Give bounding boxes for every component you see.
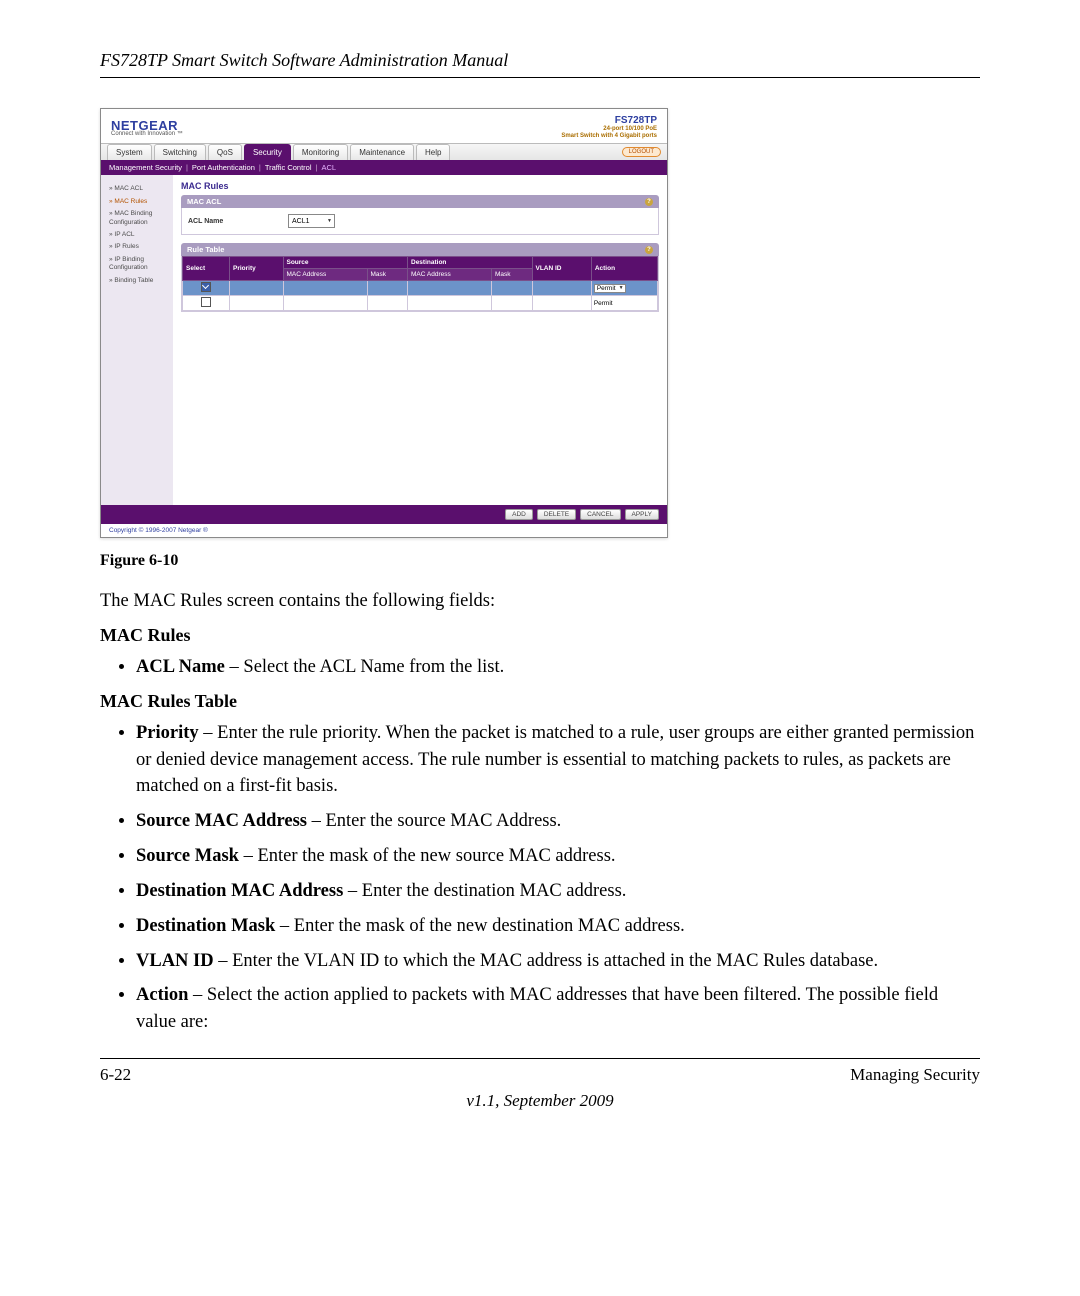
rule-row[interactable]: Permit <box>183 296 658 311</box>
col-src-mac: MAC Address <box>283 269 367 281</box>
sub-nav-bar: Management Security| Port Authentication… <box>101 160 667 175</box>
sidenav-ip-acl[interactable]: » IP ACL <box>105 229 169 241</box>
mac-rules-list: ACL Name – Select the ACL Name from the … <box>100 654 980 681</box>
section-mac-rules-table-heading: MAC Rules Table <box>100 691 980 712</box>
model-name: FS728TP <box>561 115 657 126</box>
tab-monitoring[interactable]: Monitoring <box>293 144 348 160</box>
col-destination: Destination <box>408 257 533 269</box>
section-mac-rules-heading: MAC Rules <box>100 625 980 646</box>
subnav-mgmt-security[interactable]: Management Security <box>109 163 182 172</box>
delete-button[interactable]: DELETE <box>537 509 576 520</box>
add-button[interactable]: ADD <box>505 509 533 520</box>
field-dest-mac: Destination MAC Address – Enter the dest… <box>136 878 980 905</box>
col-dst-mac: MAC Address <box>408 269 492 281</box>
field-vlan-id: VLAN ID – Enter the VLAN ID to which the… <box>136 948 980 975</box>
sidenav-binding-table[interactable]: » Binding Table <box>105 275 169 287</box>
help-icon[interactable]: ? <box>645 246 653 254</box>
logout-button[interactable]: LOGOUT <box>622 147 661 157</box>
action-footer-bar: ADD DELETE CANCEL APPLY <box>101 505 667 524</box>
col-vlan-id: VLAN ID <box>532 257 591 281</box>
cancel-button[interactable]: CANCEL <box>580 509 620 520</box>
select-checkbox[interactable] <box>201 282 211 292</box>
subnav-traffic-control[interactable]: Traffic Control <box>265 163 312 172</box>
field-priority: Priority – Enter the rule priority. When… <box>136 720 980 800</box>
brand-tagline: Connect with Innovation ™ <box>111 131 183 137</box>
field-source-mac: Source MAC Address – Enter the source MA… <box>136 808 980 835</box>
tab-maintenance[interactable]: Maintenance <box>350 144 414 160</box>
model-subtitle-2: Smart Switch with 4 Gigabit ports <box>561 133 657 140</box>
sidenav-mac-binding[interactable]: » MAC Binding Configuration <box>105 208 169 229</box>
col-dst-mask: Mask <box>492 269 532 281</box>
col-source: Source <box>283 257 408 269</box>
acl-name-select[interactable]: ACL1 <box>288 214 335 228</box>
page-header: FS728TP Smart Switch Software Administra… <box>100 50 980 78</box>
figure-caption: Figure 6-10 <box>100 552 980 570</box>
rule-row-selected[interactable]: Permit <box>183 281 658 296</box>
footer-version: v1.1, September 2009 <box>100 1091 980 1111</box>
model-subtitle-1: 24-port 10/100 PoE <box>561 126 657 133</box>
tab-security[interactable]: Security <box>244 144 291 160</box>
tab-help[interactable]: Help <box>416 144 450 160</box>
panel-title: MAC Rules <box>181 181 659 191</box>
mac-rules-table-list: Priority – Enter the rule priority. When… <box>100 720 980 1036</box>
sidenav-mac-acl[interactable]: » MAC ACL <box>105 183 169 195</box>
action-value: Permit <box>594 300 613 307</box>
tab-system[interactable]: System <box>107 144 152 160</box>
tab-qos[interactable]: QoS <box>208 144 242 160</box>
main-tab-bar: System Switching QoS Security Monitoring… <box>101 143 667 160</box>
col-src-mask: Mask <box>367 269 407 281</box>
subnav-port-auth[interactable]: Port Authentication <box>192 163 255 172</box>
apply-button[interactable]: APPLY <box>625 509 659 520</box>
footer-page-number: 6-22 <box>100 1065 131 1085</box>
sidenav-ip-rules[interactable]: » IP Rules <box>105 241 169 253</box>
sidenav-mac-rules[interactable]: » MAC Rules <box>105 196 169 208</box>
action-select[interactable]: Permit <box>594 284 626 293</box>
help-icon[interactable]: ? <box>645 198 653 206</box>
sidenav-ip-binding[interactable]: » IP Binding Configuration <box>105 254 169 275</box>
footer-section-name: Managing Security <box>850 1065 980 1085</box>
side-nav: » MAC ACL » MAC Rules » MAC Binding Conf… <box>101 175 173 505</box>
field-acl-name: ACL Name – Select the ACL Name from the … <box>136 654 980 681</box>
rule-table: Select Priority Source Destination VLAN … <box>182 256 658 311</box>
select-checkbox[interactable] <box>201 297 211 307</box>
acl-name-label: ACL Name <box>188 218 278 225</box>
field-action: Action – Select the action applied to pa… <box>136 982 980 1036</box>
tab-switching[interactable]: Switching <box>154 144 206 160</box>
figure: NETGEAR Connect with Innovation ™ FS728T… <box>100 108 980 570</box>
panel-rule-table-header: Rule Table ? <box>181 243 659 256</box>
copyright-text: Copyright © 1996-2007 Netgear ® <box>101 524 667 537</box>
col-priority: Priority <box>230 257 284 281</box>
page-footer: 6-22 Managing Security v1.1, September 2… <box>100 1058 980 1111</box>
col-select: Select <box>183 257 230 281</box>
panel-mac-acl-header: MAC ACL ? <box>181 195 659 208</box>
intro-paragraph: The MAC Rules screen contains the follow… <box>100 588 980 615</box>
col-action: Action <box>591 257 657 281</box>
screenshot-ui: NETGEAR Connect with Innovation ™ FS728T… <box>100 108 668 538</box>
subnav-acl[interactable]: ACL <box>321 163 336 172</box>
field-dest-mask: Destination Mask – Enter the mask of the… <box>136 913 980 940</box>
field-source-mask: Source Mask – Enter the mask of the new … <box>136 843 980 870</box>
